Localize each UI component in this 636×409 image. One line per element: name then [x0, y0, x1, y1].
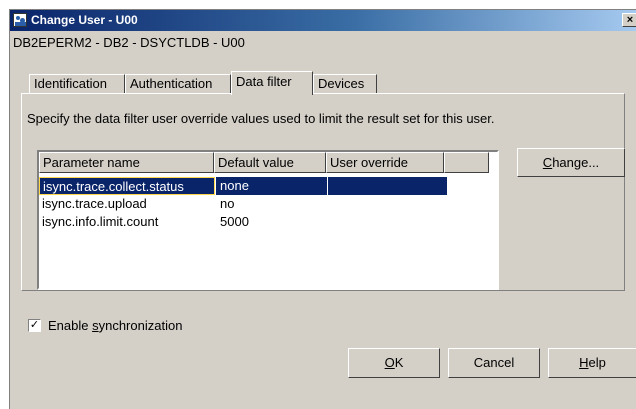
tab-authentication[interactable]: Authentication — [125, 74, 231, 94]
checkmark-icon: ✓ — [29, 319, 40, 331]
panel-description: Specify the data filter user override va… — [27, 111, 495, 126]
ok-button[interactable]: OK — [348, 348, 440, 378]
change-button[interactable]: Change... — [517, 148, 625, 177]
enable-synchronization-label: Enable synchronization — [48, 318, 183, 333]
parameter-name-cell: isync.trace.collect.status — [39, 177, 215, 195]
table-row[interactable]: isync.info.limit.count 5000 — [39, 213, 447, 231]
window-title: Change User - U00 — [31, 13, 138, 27]
close-button[interactable]: × — [622, 13, 636, 27]
column-header-default-value[interactable]: Default value — [214, 152, 326, 173]
default-value-cell: 5000 — [220, 214, 249, 229]
parameter-name-cell: isync.trace.upload — [42, 196, 147, 211]
close-icon: × — [626, 14, 634, 26]
user-override-cell — [329, 177, 445, 195]
data-filter-table[interactable]: Parameter name Default value User overri… — [37, 150, 499, 290]
enable-synchronization-checkbox[interactable]: ✓ — [28, 319, 41, 332]
tab-identification[interactable]: Identification — [29, 74, 125, 94]
user-override-cell — [329, 213, 445, 231]
default-value-cell: none — [220, 178, 249, 193]
cancel-button[interactable]: Cancel — [448, 348, 540, 378]
table-header: Parameter name Default value User overri… — [39, 152, 497, 173]
table-row[interactable]: isync.trace.collect.status none — [39, 177, 447, 195]
column-header-parameter-name[interactable]: Parameter name — [39, 152, 214, 173]
users-icon — [13, 13, 27, 27]
user-path-label: DB2EPERM2 - DB2 - DSYCTLDB - U00 — [13, 35, 245, 50]
help-button[interactable]: Help — [548, 348, 636, 378]
default-value-cell: no — [220, 196, 235, 211]
column-header-filler — [444, 152, 489, 173]
tab-data-filter[interactable]: Data filter — [231, 71, 313, 95]
column-header-user-override[interactable]: User override — [326, 152, 444, 173]
title-bar[interactable]: Change User - U00 × — [10, 10, 636, 31]
tab-devices[interactable]: Devices — [313, 74, 377, 94]
table-row[interactable]: isync.trace.upload no — [39, 195, 447, 213]
change-user-dialog: Change User - U00 × DB2EPERM2 - DB2 - DS… — [9, 9, 636, 409]
parameter-name-cell: isync.info.limit.count — [42, 214, 159, 229]
user-override-cell — [329, 195, 445, 213]
